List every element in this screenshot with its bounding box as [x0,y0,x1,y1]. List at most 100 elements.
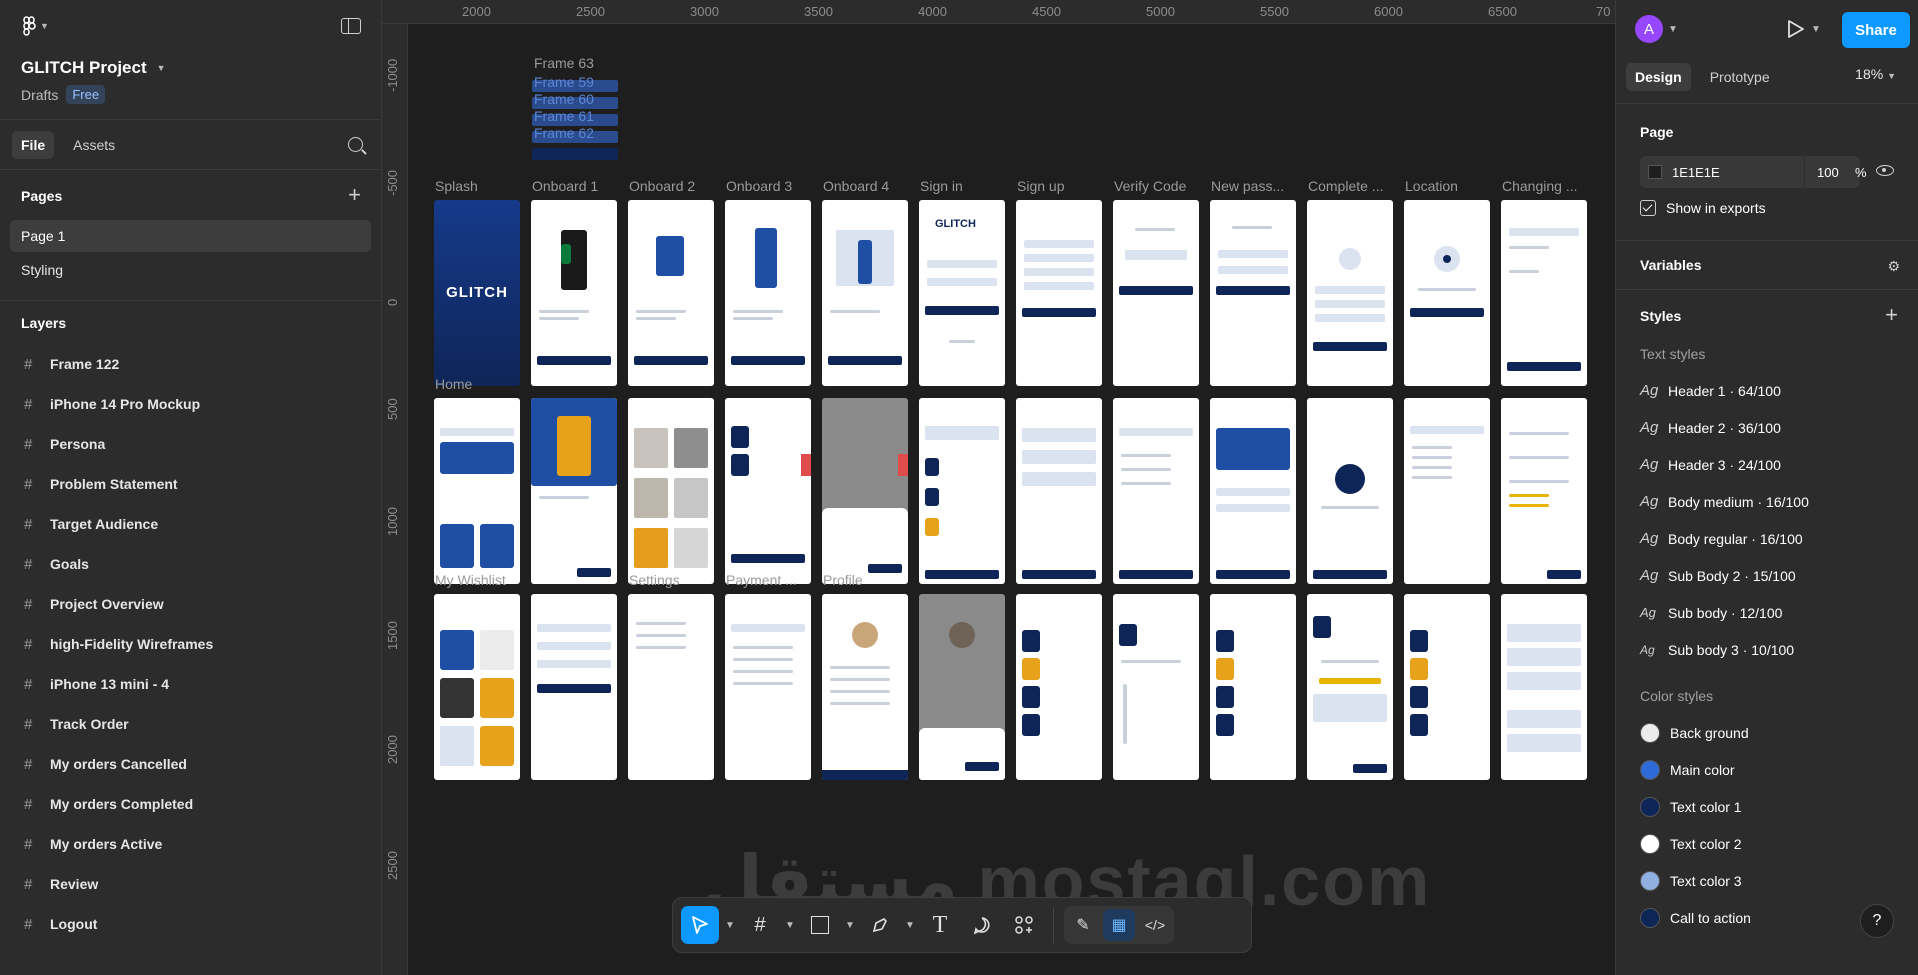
layer-item[interactable]: # iPhone 14 Pro Mockup [0,384,381,424]
layer-item[interactable]: # iPhone 13 mini - 4 [0,664,381,704]
chevron-down-icon[interactable]: ▼ [723,920,737,931]
move-tool-icon[interactable] [681,906,719,944]
frame-label[interactable]: Profile [823,572,863,588]
pen-tool-icon[interactable] [861,906,899,944]
frame-sign-up[interactable] [1016,200,1102,386]
frame-cart-remove[interactable] [822,398,908,584]
comment-tool-icon[interactable] [963,906,1001,944]
eye-icon[interactable] [1876,165,1894,176]
add-style-plus-icon[interactable]: + [1885,304,1898,326]
frame-search[interactable] [1404,398,1490,584]
chevron-down-icon[interactable]: ▼ [1668,24,1678,35]
layer-item[interactable]: # Problem Statement [0,464,381,504]
show-in-exports-row[interactable]: Show in exports [1616,188,1918,228]
frame-password-manager[interactable] [531,594,617,780]
frame-home[interactable] [434,398,520,584]
search-icon[interactable] [348,137,363,152]
tab-assets[interactable]: Assets [64,131,124,159]
rectangle-tool-icon[interactable] [801,906,839,944]
user-avatar[interactable]: A [1635,15,1663,43]
frame-label[interactable]: Onboard 4 [823,178,889,194]
layer-item[interactable]: # high-Fidelity Wireframes [0,624,381,664]
design-canvas[interactable]: 2000 2500 3000 3500 4000 4500 5000 5500 … [382,0,1615,975]
frame-label[interactable]: Sign up [1017,178,1064,194]
frame-label[interactable]: Frame 62 [534,125,594,141]
frame-tool-icon[interactable]: # [741,906,779,944]
text-style-item[interactable]: Ag Body regular · 16/100 [1616,520,1918,557]
layer-item[interactable]: # Frame 122 [0,344,381,384]
layer-item[interactable]: # Project Overview [0,584,381,624]
color-style-item[interactable]: Text color 1 [1616,788,1918,825]
frame-location[interactable] [1404,200,1490,386]
frame-payment-success[interactable] [1307,398,1393,584]
frame-track-order[interactable] [1113,594,1199,780]
frame-sign-in[interactable]: GLITCH [919,200,1005,386]
text-style-item[interactable]: Ag Sub Body 2 · 15/100 [1616,557,1918,594]
frame-label[interactable]: Sign in [920,178,963,194]
project-title[interactable]: GLITCH Project ▼ [21,58,166,78]
text-style-item[interactable]: Ag Header 2 · 36/100 [1616,409,1918,446]
frame-splash[interactable]: GLITCH [434,200,520,386]
frame-label[interactable]: Location [1405,178,1458,194]
frame-notifications[interactable] [1501,594,1587,780]
frame-categories[interactable] [628,398,714,584]
frame-label[interactable]: Verify Code [1114,178,1186,194]
layer-item[interactable]: # Track Order [0,704,381,744]
frame-filter[interactable] [1501,398,1587,584]
frame-new-password[interactable] [1210,200,1296,386]
frame-label[interactable]: My Wishlist [435,572,506,588]
frame-label[interactable]: Payment ... [726,572,797,588]
drafts-link[interactable]: Drafts [21,87,58,103]
page-background-field[interactable]: 1E1E1E 100 % [1640,156,1894,188]
color-style-item[interactable]: Text color 3 [1616,862,1918,899]
color-style-item[interactable]: Back ground [1616,714,1918,751]
chevron-down-icon[interactable]: ▼ [843,920,857,931]
frame-label[interactable]: Onboard 3 [726,178,792,194]
frame-checkout[interactable] [919,398,1005,584]
frame-label[interactable]: Settings [629,572,680,588]
tab-file[interactable]: File [12,130,55,159]
frame-label[interactable]: Frame 60 [534,91,594,107]
frame-my-orders-active[interactable] [1016,594,1102,780]
tab-design[interactable]: Design [1626,62,1691,91]
frame-label[interactable]: Onboard 1 [532,178,598,194]
sliders-icon[interactable]: ⚙ [1887,258,1900,275]
help-button[interactable]: ? [1860,904,1894,938]
sidebar-toggle-icon[interactable] [341,18,361,34]
frame-profile[interactable] [822,594,908,780]
frame-label[interactable]: Frame 63 [534,55,594,71]
frame-onboard[interactable] [531,200,617,386]
present-play-icon[interactable] [1787,19,1805,39]
page-item-styling[interactable]: Styling [10,254,371,286]
frame-label[interactable]: Frame 59 [534,74,594,90]
frame-onboard[interactable] [822,200,908,386]
frame-my-orders-cancelled[interactable] [1404,594,1490,780]
layer-item[interactable]: # Review [0,864,381,904]
frame-wishlist[interactable] [434,594,520,780]
tab-prototype[interactable]: Prototype [1701,63,1779,91]
frame-add-card[interactable] [1210,398,1296,584]
dev-mode-icon[interactable]: </> [1139,909,1171,941]
frame-label[interactable]: New pass... [1211,178,1284,194]
layer-item[interactable]: # My orders Completed [0,784,381,824]
frame-settings[interactable] [628,594,714,780]
color-style-item[interactable]: Text color 2 [1616,825,1918,862]
color-swatch[interactable] [1648,165,1662,179]
layer-item[interactable]: # Target Audience [0,504,381,544]
zoom-dropdown[interactable]: 18% ▼ [1855,66,1896,82]
frame-review[interactable] [1307,594,1393,780]
chevron-down-icon[interactable]: ▼ [1811,24,1821,35]
main-menu-button[interactable]: ▼ [22,16,49,36]
frame-onboard[interactable] [725,200,811,386]
text-style-item[interactable]: Ag Header 1 · 64/100 [1616,372,1918,409]
chevron-down-icon[interactable]: ▼ [783,920,797,931]
text-style-item[interactable]: Ag Header 3 · 24/100 [1616,446,1918,483]
text-style-item[interactable]: Ag Sub body · 12/100 [1616,594,1918,631]
frame-onboard[interactable] [628,200,714,386]
chevron-down-icon[interactable]: ▼ [903,920,917,931]
frame-cart[interactable] [725,398,811,584]
layer-item[interactable]: # My orders Active [0,824,381,864]
frame-complete-profile[interactable] [1307,200,1393,386]
frame-label[interactable]: Changing ... [1502,178,1578,194]
layer-item[interactable]: # Logout [0,904,381,944]
